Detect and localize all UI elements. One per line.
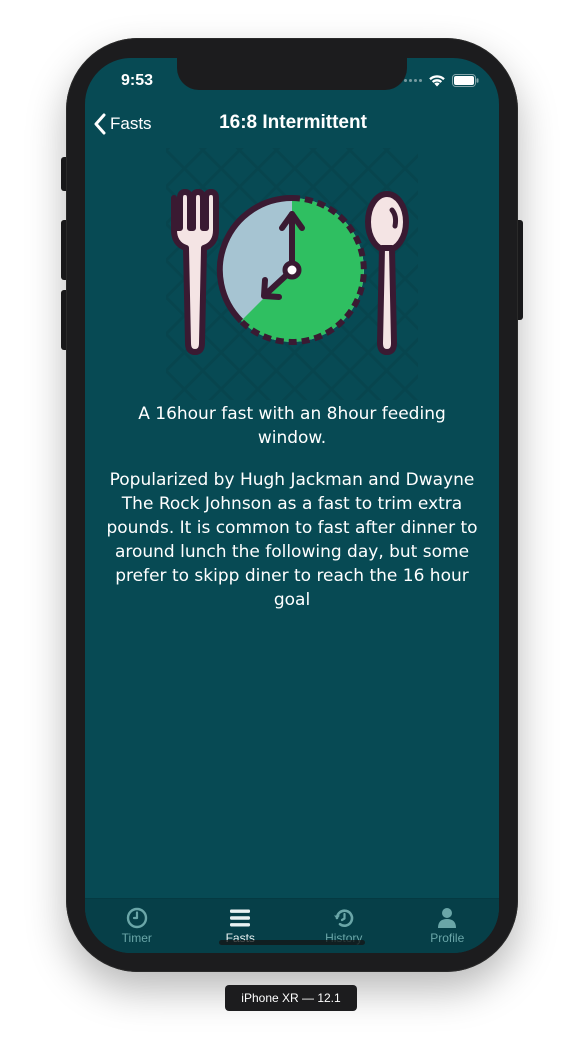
status-icons — [404, 74, 479, 87]
clock-plate-icon — [216, 194, 367, 345]
home-indicator[interactable] — [219, 940, 365, 945]
person-icon — [438, 908, 457, 928]
tab-timer-label: Timer — [121, 931, 152, 945]
simulator-stage: 9:53 Fasts 16:8 Intermittent A 16hour fa… — [0, 0, 584, 1048]
app-screen: 9:53 Fasts 16:8 Intermittent A 16hour fa… — [85, 58, 499, 953]
tab-profile-label: Profile — [430, 931, 465, 945]
clock-icon — [126, 907, 147, 929]
cellular-signal-icon — [404, 79, 422, 82]
tab-bar: Timer Fasts History Profile — [85, 898, 499, 953]
list-icon — [230, 909, 251, 927]
fork-clock-spoon-icon — [166, 148, 418, 400]
fast-description: Popularized by Hugh Jackman and Dwayne T… — [106, 470, 478, 610]
wifi-icon — [429, 75, 445, 87]
notch — [177, 58, 407, 90]
tab-timer[interactable]: Timer — [85, 899, 189, 953]
fast-summary: A 16hour fast with an 8hour feeding wind… — [138, 404, 446, 448]
device-label: iPhone XR — 12.1 — [225, 985, 357, 1011]
battery-icon — [452, 74, 479, 87]
tab-profile[interactable]: Profile — [396, 899, 500, 953]
status-time: 9:53 — [120, 72, 154, 89]
history-icon — [333, 909, 353, 927]
page-title: 16:8 Intermittent — [219, 112, 367, 133]
